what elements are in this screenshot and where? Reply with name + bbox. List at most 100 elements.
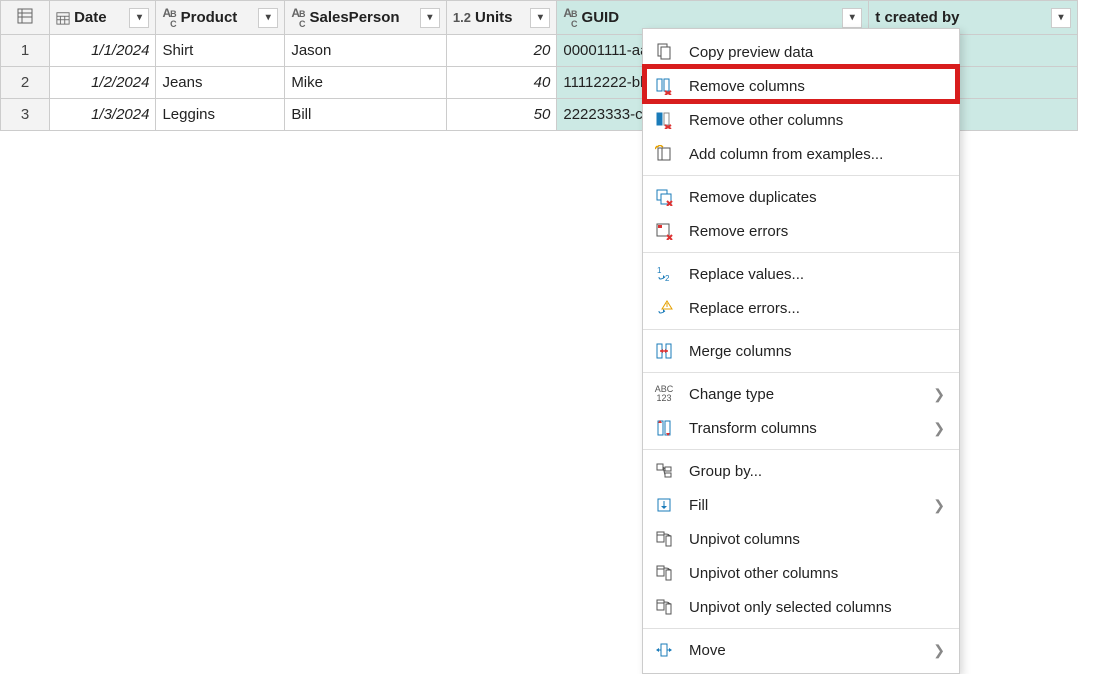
unpivot-selected-icon: [653, 596, 675, 618]
menu-remove-other-columns[interactable]: Remove other columns: [643, 103, 959, 137]
table-corner-icon[interactable]: [1, 1, 50, 35]
submenu-arrow-icon: ❯: [933, 642, 945, 659]
cell-date[interactable]: 1/3/2024: [50, 99, 156, 131]
svg-text:2: 2: [665, 274, 670, 283]
change-type-icon: ABC123: [653, 383, 675, 405]
cell-product[interactable]: Jeans: [156, 67, 285, 99]
cell-date[interactable]: 1/2/2024: [50, 67, 156, 99]
menu-label: Remove errors: [689, 223, 945, 240]
menu-separator: [643, 372, 959, 373]
column-label: Product: [181, 9, 238, 26]
remove-other-columns-icon: [653, 109, 675, 131]
cell-units[interactable]: 50: [446, 99, 556, 131]
text-type-icon: ABC: [291, 6, 305, 29]
menu-label: Fill: [689, 497, 919, 514]
cell-units[interactable]: 40: [446, 67, 556, 99]
menu-group-by[interactable]: Group by...: [643, 454, 959, 488]
chevron-down-icon[interactable]: ▾: [129, 8, 149, 28]
menu-label: Copy preview data: [689, 44, 945, 61]
menu-fill[interactable]: Fill ❯: [643, 488, 959, 522]
menu-add-column-from-examples[interactable]: Add column from examples...: [643, 137, 959, 171]
column-header-date[interactable]: Date ▾: [50, 1, 156, 35]
column-header-product[interactable]: ABC Product ▾: [156, 1, 285, 35]
row-number: 1: [1, 35, 50, 67]
text-type-icon: ABC: [563, 6, 577, 29]
date-type-icon: [56, 11, 70, 25]
cell-salesperson[interactable]: Jason: [285, 35, 447, 67]
menu-move[interactable]: Move ❯: [643, 633, 959, 667]
row-number: 3: [1, 99, 50, 131]
menu-unpivot-columns[interactable]: Unpivot columns: [643, 522, 959, 556]
cell-product[interactable]: Shirt: [156, 35, 285, 67]
column-label: t created by: [875, 9, 959, 26]
menu-label: Group by...: [689, 463, 945, 480]
menu-copy-preview-data[interactable]: Copy preview data: [643, 35, 959, 69]
submenu-arrow-icon: ❯: [933, 386, 945, 403]
chevron-down-icon[interactable]: ▾: [530, 8, 550, 28]
menu-label: Unpivot columns: [689, 531, 945, 548]
chevron-down-icon[interactable]: ▾: [420, 8, 440, 28]
column-label: GUID: [582, 9, 620, 26]
menu-separator: [643, 628, 959, 629]
remove-duplicates-icon: [653, 186, 675, 208]
menu-label: Unpivot other columns: [689, 565, 945, 582]
cell-salesperson[interactable]: Mike: [285, 67, 447, 99]
submenu-arrow-icon: ❯: [933, 420, 945, 437]
move-icon: [653, 639, 675, 661]
menu-transform-columns[interactable]: Transform columns ❯: [643, 411, 959, 445]
menu-label: Merge columns: [689, 343, 945, 360]
menu-label: Change type: [689, 386, 919, 403]
column-label: Date: [74, 9, 107, 26]
group-by-icon: [653, 460, 675, 482]
column-header-salesperson[interactable]: ABC SalesPerson ▾: [285, 1, 447, 35]
fill-icon: [653, 494, 675, 516]
menu-unpivot-other-columns[interactable]: Unpivot other columns: [643, 556, 959, 590]
menu-label: Remove duplicates: [689, 189, 945, 206]
svg-text:1: 1: [657, 266, 662, 275]
menu-label: Remove columns: [689, 78, 945, 95]
replace-values-icon: 12: [653, 263, 675, 285]
cell-product[interactable]: Leggins: [156, 99, 285, 131]
column-label: Units: [475, 9, 513, 26]
menu-remove-columns[interactable]: Remove columns: [643, 69, 959, 103]
cell-units[interactable]: 20: [446, 35, 556, 67]
menu-separator: [643, 329, 959, 330]
column-label: SalesPerson: [309, 9, 399, 26]
cell-date[interactable]: 1/1/2024: [50, 35, 156, 67]
menu-label: Unpivot only selected columns: [689, 599, 945, 616]
replace-errors-icon: [653, 297, 675, 319]
menu-separator: [643, 449, 959, 450]
unpivot-other-icon: [653, 562, 675, 584]
column-header-units[interactable]: 1.2 Units ▾: [446, 1, 556, 35]
menu-merge-columns[interactable]: Merge columns: [643, 334, 959, 368]
menu-label: Replace values...: [689, 266, 945, 283]
remove-errors-icon: [653, 220, 675, 242]
menu-change-type[interactable]: ABC123 Change type ❯: [643, 377, 959, 411]
chevron-down-icon[interactable]: ▾: [1051, 8, 1071, 28]
menu-label: Move: [689, 642, 919, 659]
menu-replace-errors[interactable]: Replace errors...: [643, 291, 959, 325]
menu-label: Remove other columns: [689, 112, 945, 129]
number-type-icon: 1.2: [453, 10, 471, 25]
menu-label: Transform columns: [689, 420, 919, 437]
menu-replace-values[interactable]: 12 Replace values...: [643, 257, 959, 291]
cell-salesperson[interactable]: Bill: [285, 99, 447, 131]
menu-remove-duplicates[interactable]: Remove duplicates: [643, 180, 959, 214]
text-type-icon: ABC: [162, 6, 176, 29]
chevron-down-icon[interactable]: ▾: [842, 8, 862, 28]
remove-columns-icon: [653, 75, 675, 97]
unpivot-icon: [653, 528, 675, 550]
submenu-arrow-icon: ❯: [933, 497, 945, 514]
menu-separator: [643, 175, 959, 176]
copy-icon: [653, 41, 675, 63]
menu-label: Add column from examples...: [689, 146, 945, 163]
menu-separator: [643, 252, 959, 253]
menu-unpivot-selected-columns[interactable]: Unpivot only selected columns: [643, 590, 959, 624]
chevron-down-icon[interactable]: ▾: [258, 8, 278, 28]
menu-label: Replace errors...: [689, 300, 945, 317]
context-menu: Copy preview data Remove columns Remove …: [642, 28, 960, 674]
merge-columns-icon: [653, 340, 675, 362]
transform-columns-icon: [653, 417, 675, 439]
menu-remove-errors[interactable]: Remove errors: [643, 214, 959, 248]
add-column-icon: [653, 143, 675, 165]
